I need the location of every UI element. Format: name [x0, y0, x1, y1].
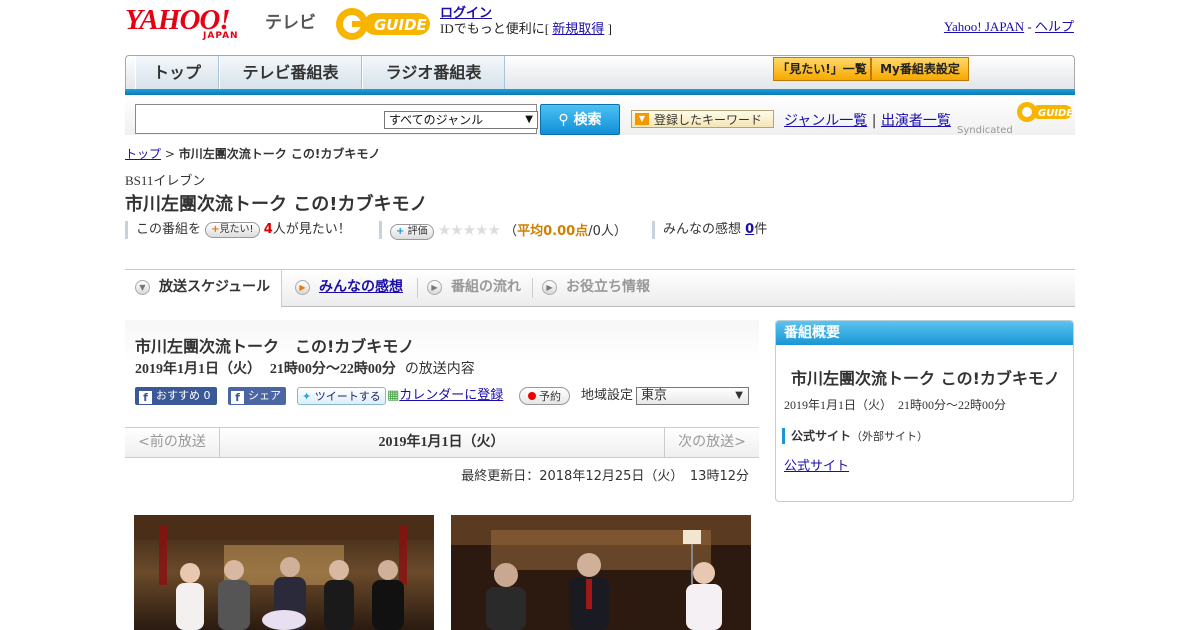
nav-tab-top[interactable]: トップ: [135, 56, 219, 90]
mitai-button[interactable]: +見たい!: [205, 222, 260, 238]
search-icon: ⚲: [558, 112, 569, 128]
syndicated-badge: Syndicated GUIDE: [957, 102, 1074, 136]
yahoo-logo[interactable]: YAHOO! JAPAN: [125, 6, 261, 44]
record-dot-icon: [528, 392, 536, 400]
login-link[interactable]: ログイン: [440, 6, 492, 21]
overview-datetime: 2019年1月1日（火） 21時00分～22時00分: [784, 398, 1007, 412]
plus-icon: +: [396, 226, 405, 237]
rating-stars: ★★★★★: [437, 221, 501, 239]
top-links: Yahoo! JAPAN - ヘルプ: [943, 19, 1074, 34]
broadcast-datetime: 2019年1月1日（火） 21時00分～22時00分 の放送内容: [135, 361, 475, 377]
svg-text:GUIDE: GUIDE: [374, 16, 428, 34]
genre-list-link[interactable]: ジャンル一覧: [784, 113, 867, 129]
watch-count: 4: [263, 222, 273, 237]
program-overview-header: 番組概要: [776, 321, 1073, 345]
twitter-bird-icon: ✦: [302, 390, 312, 403]
region-select[interactable]: 東京 ▼: [636, 387, 749, 405]
facebook-icon: f: [139, 391, 152, 404]
nav-tab-radio-schedule[interactable]: ラジオ番組表: [362, 56, 505, 90]
login-message: IDでもっと便利に[: [440, 21, 550, 36]
official-site-heading: 公式サイト（外部サイト）: [782, 428, 928, 444]
facebook-share-button[interactable]: f シェア: [228, 387, 286, 405]
tab-everyone-comments[interactable]: ▶ みんなの感想: [285, 270, 425, 306]
tab-useful-info[interactable]: ▶ お役立ち情報: [532, 270, 672, 306]
breadcrumb-top-link[interactable]: トップ: [125, 147, 161, 161]
program-stats: この番組を +見たい! 4人が見たい！ + 評価 ★★★★★ （平均0.00点/…: [125, 221, 825, 240]
comments-count-link[interactable]: 0: [745, 222, 754, 237]
facebook-recommend-button[interactable]: f おすすめ 0: [135, 387, 217, 405]
dropdown-triangle-icon: ▼: [635, 113, 649, 125]
watch-stat: この番組を +見たい! 4人が見たい！: [125, 221, 351, 239]
chevron-down-icon: ▼: [735, 390, 743, 401]
average-score: 平均0.00点: [517, 224, 589, 239]
broadcast-pager: <前の放送 2019年1月1日（火） 次の放送>: [125, 427, 759, 458]
next-broadcast-link[interactable]: 次の放送>: [664, 428, 759, 457]
search-button[interactable]: ⚲ 検索: [540, 104, 620, 135]
calendar-icon: ▦: [387, 388, 400, 403]
program-photo[interactable]: [451, 515, 751, 630]
last-updated: 最終更新日：2018年12月25日（火） 13時12分: [461, 469, 749, 484]
chevron-down-icon: ▼: [525, 114, 533, 125]
nav-tab-tv-schedule[interactable]: テレビ番組表: [219, 56, 362, 90]
comments-stat: みんなの感想 0件: [652, 221, 767, 239]
rating-stat: + 評価 ★★★★★ （平均0.00点/0人）: [379, 221, 627, 240]
gguide-small-logo: GUIDE: [1016, 102, 1073, 122]
play-arrow-icon: ▶: [295, 280, 310, 295]
yahoo-japan-link[interactable]: Yahoo! JAPAN: [944, 19, 1024, 34]
genre-select[interactable]: すべてのジャンル ▼: [384, 111, 538, 129]
register-link[interactable]: 新規取得: [552, 21, 604, 36]
calendar-register-link[interactable]: ▦カレンダーに登録: [387, 387, 503, 405]
play-arrow-icon: ▶: [542, 280, 557, 295]
breadcrumb-current: 市川左團次流トーク この!カブキモノ: [178, 147, 381, 161]
program-photo[interactable]: [134, 515, 434, 630]
help-link[interactable]: ヘルプ: [1035, 19, 1074, 34]
program-overview-panel: 番組概要 市川左團次流トーク この!カブキモノ 2019年1月1日（火） 21時…: [775, 320, 1074, 502]
channel-name: BS11イレブン: [125, 173, 206, 188]
chevron-down-icon: ▼: [135, 280, 150, 295]
login-box: ログイン IDでもっと便利に[ 新規取得 ]: [440, 6, 612, 36]
tweet-button[interactable]: ✦ ツイートする: [297, 387, 386, 405]
reserve-button[interactable]: 予約: [519, 387, 570, 405]
current-broadcast-date: 2019年1月1日（火）: [378, 435, 505, 450]
broadcast-title: 市川左團次流トーク この!カブキモノ: [135, 337, 415, 356]
previous-broadcast-link[interactable]: <前の放送: [125, 428, 220, 457]
breadcrumb: トップ > 市川左團次流トーク この!カブキモノ: [125, 147, 381, 161]
rate-button[interactable]: + 評価: [390, 224, 434, 240]
plus-icon: +: [211, 224, 220, 235]
registered-keyword-button[interactable]: ▼ 登録したキーワード: [631, 110, 774, 128]
mitai-list-button[interactable]: 「見たい!」一覧: [773, 57, 871, 81]
official-site-link[interactable]: 公式サイト: [784, 455, 849, 474]
tab-program-flow[interactable]: ▶ 番組の流れ: [417, 270, 532, 306]
share-row: f おすすめ 0 f シェア ✦ ツイートする ▦カレンダーに登録 予約 地域設定 …: [135, 387, 755, 407]
page-title: 市川左團次流トーク この!カブキモノ: [125, 194, 428, 215]
tv-label: テレビ: [265, 13, 316, 33]
performers-link[interactable]: 出演者一覧: [881, 113, 951, 129]
my-schedule-settings-button[interactable]: My番組表設定: [871, 57, 969, 81]
main-nav: トップ テレビ番組表 ラジオ番組表 「見たい!」一覧 My番組表設定: [125, 55, 1075, 90]
overview-title: 市川左團次流トーク この!カブキモノ: [791, 369, 1060, 388]
program-tabs: ▼ 放送スケジュール ▶ みんなの感想 ▶ 番組の流れ ▶ お役立ち情報: [125, 269, 1075, 307]
facebook-icon: f: [231, 391, 244, 404]
tab-broadcast-schedule[interactable]: ▼ 放送スケジュール: [125, 270, 282, 307]
region-label: 地域設定: [581, 388, 634, 403]
gguide-logo[interactable]: GUIDE: [334, 6, 434, 42]
svg-text:GUIDE: GUIDE: [1038, 108, 1073, 119]
search-links: ジャンル一覧 | 出演者一覧: [784, 113, 951, 129]
play-arrow-icon: ▶: [427, 280, 442, 295]
